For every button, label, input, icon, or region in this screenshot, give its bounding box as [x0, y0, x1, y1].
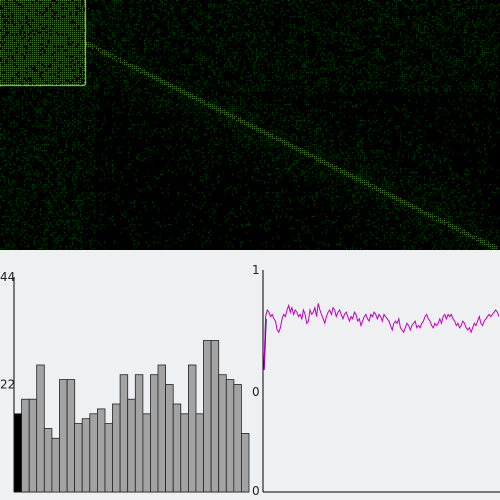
bar: [165, 384, 174, 493]
y-tick-label: 1: [252, 263, 260, 277]
bar: [51, 437, 60, 493]
bar: [203, 340, 212, 493]
bar: [36, 364, 45, 493]
bar: [240, 432, 250, 493]
y-tick-label: 0: [252, 385, 260, 399]
bar: [180, 413, 189, 493]
bar: [157, 364, 166, 493]
bar: [104, 423, 113, 493]
bar: [66, 379, 76, 493]
bar: [21, 398, 30, 493]
bar: [172, 403, 182, 493]
bar: [210, 340, 220, 493]
y-tick-label: 0: [252, 484, 260, 498]
bar: [142, 413, 151, 493]
bar: [134, 374, 144, 493]
bar: [127, 398, 136, 493]
y-tick-label: 22: [0, 378, 15, 392]
bar: [97, 408, 106, 493]
charts-panel: 44 22 1 0 0: [0, 250, 500, 500]
bar: [112, 403, 121, 493]
bar: [187, 364, 197, 493]
line-series: [263, 303, 500, 370]
bar: [81, 418, 91, 493]
bar: [225, 379, 235, 493]
bar: [150, 374, 159, 493]
bar: [13, 413, 22, 493]
similarity-matrix-panel: [0, 0, 500, 250]
bar: [233, 384, 242, 493]
bar: [218, 374, 227, 493]
line-chart: 1 0 0: [252, 263, 500, 498]
bar: [74, 423, 83, 493]
bar: [28, 398, 38, 493]
bar: [59, 379, 68, 493]
bar: [43, 428, 53, 493]
y-tick-label: 44: [0, 270, 15, 284]
bar: [119, 374, 129, 493]
bar: [195, 413, 204, 493]
similarity-matrix-heatmap: [0, 0, 500, 250]
bar: [89, 413, 98, 493]
bar-chart: 44 22: [0, 270, 250, 493]
